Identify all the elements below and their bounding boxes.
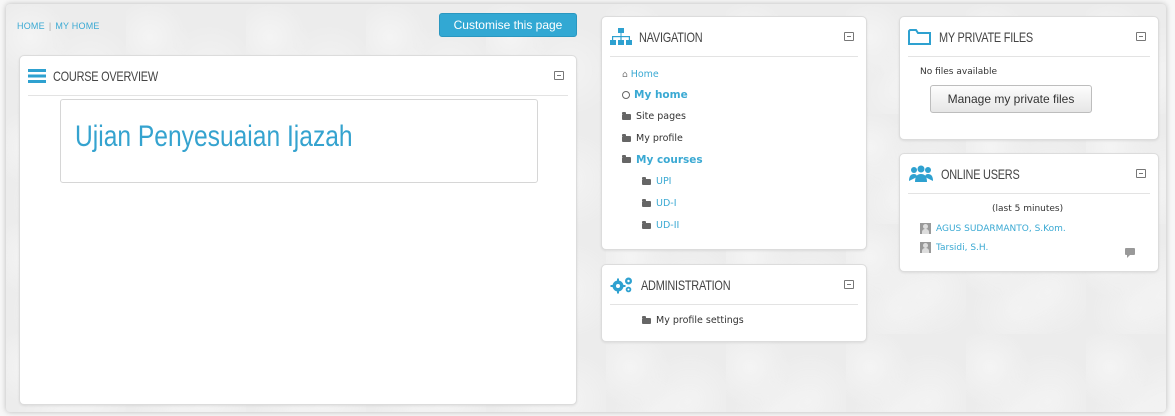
- breadcrumb: HOME | MY HOME: [17, 21, 100, 31]
- private-files-block: MY PRIVATE FILES No files available Mana…: [899, 16, 1159, 140]
- breadcrumb-my-home[interactable]: MY HOME: [55, 21, 99, 31]
- administration-header: ADMINISTRATION: [610, 265, 858, 305]
- user-avatar-icon: [920, 242, 931, 253]
- gears-icon: [610, 276, 634, 294]
- nav-item-label: My home: [634, 89, 688, 101]
- admin-item-label: My profile settings: [656, 315, 744, 326]
- nav-item-label: My courses: [636, 154, 703, 166]
- collapse-icon[interactable]: [1136, 168, 1146, 178]
- folder-icon: [622, 111, 631, 120]
- folder-icon: [622, 155, 631, 163]
- customise-page-button[interactable]: Customise this page: [439, 13, 577, 37]
- folder-icon: [622, 133, 631, 142]
- nav-item-upi[interactable]: UPI: [642, 176, 671, 187]
- nav-item-my-courses[interactable]: My courses: [622, 154, 703, 166]
- nav-item-label: Home: [630, 69, 659, 80]
- nav-item-my-profile[interactable]: My profile: [622, 133, 683, 144]
- breadcrumb-separator: |: [48, 21, 52, 31]
- online-users-subtitle: (last 5 minutes): [992, 204, 1064, 214]
- collapse-icon[interactable]: [1136, 31, 1146, 41]
- circle-icon: [622, 91, 630, 99]
- administration-title: ADMINISTRATION: [641, 276, 731, 293]
- private-files-header: MY PRIVATE FILES: [908, 17, 1150, 57]
- users-icon: [908, 165, 934, 183]
- admin-item-my-profile-settings[interactable]: My profile settings: [642, 315, 744, 326]
- folder-icon: [642, 176, 651, 185]
- nav-item-my-home[interactable]: My home: [622, 89, 688, 101]
- online-users-title: ONLINE USERS: [941, 165, 1020, 182]
- online-users-header: ONLINE USERS: [908, 154, 1150, 194]
- nav-item-site-pages[interactable]: Site pages: [622, 111, 686, 122]
- online-users-block: ONLINE USERS (last 5 minutes) AGUS SUDAR…: [899, 153, 1159, 272]
- course-title-link[interactable]: Ujian Penyesuaian Ijazah: [75, 120, 353, 154]
- navigation-header: NAVIGATION: [610, 17, 858, 57]
- online-user-name: Tarsidi, S.H.: [936, 243, 989, 253]
- collapse-icon[interactable]: [844, 31, 854, 41]
- nav-item-label: UD-II: [656, 220, 680, 231]
- hamburger-icon: [28, 68, 46, 83]
- course-overview-header: COURSE OVERVIEW: [28, 56, 568, 96]
- online-user-name: AGUS SUDARMANTO, S.Kom.: [936, 224, 1066, 234]
- course-overview-block: COURSE OVERVIEW Ujian Penyesuaian Ijazah: [19, 55, 577, 405]
- administration-block: ADMINISTRATION My profile settings: [601, 264, 867, 342]
- folder-icon: [642, 198, 651, 207]
- nav-item-ud-ii[interactable]: UD-II: [642, 220, 679, 231]
- navigation-title: NAVIGATION: [639, 28, 703, 45]
- no-files-text: No files available: [920, 67, 997, 77]
- collapse-icon[interactable]: [554, 70, 564, 80]
- nav-item-label: My profile: [636, 133, 683, 144]
- online-user-item[interactable]: Tarsidi, S.H.: [920, 242, 988, 253]
- folder-icon: [642, 315, 651, 324]
- breadcrumb-home[interactable]: HOME: [17, 21, 45, 31]
- collapse-icon[interactable]: [844, 279, 854, 289]
- folder-open-icon: [908, 28, 932, 46]
- sitemap-icon: [610, 27, 632, 46]
- navigation-block: NAVIGATION ⌂ Home My home Site pages My p…: [601, 16, 867, 250]
- nav-item-label: Site pages: [636, 111, 686, 122]
- nav-item-label: UD-I: [656, 198, 677, 209]
- course-overview-title: COURSE OVERVIEW: [53, 67, 158, 84]
- home-icon: ⌂: [622, 70, 628, 80]
- nav-item-label: UPI: [656, 176, 672, 187]
- nav-item-ud-i[interactable]: UD-I: [642, 198, 677, 209]
- folder-icon: [642, 220, 651, 229]
- manage-private-files-button[interactable]: Manage my private files: [930, 85, 1092, 113]
- user-avatar-icon: [920, 223, 931, 234]
- private-files-title: MY PRIVATE FILES: [939, 28, 1033, 45]
- online-user-item[interactable]: AGUS SUDARMANTO, S.Kom.: [920, 223, 1066, 234]
- course-card: Ujian Penyesuaian Ijazah: [60, 99, 538, 183]
- message-icon[interactable]: [1125, 248, 1135, 258]
- nav-item-home[interactable]: ⌂ Home: [622, 69, 659, 80]
